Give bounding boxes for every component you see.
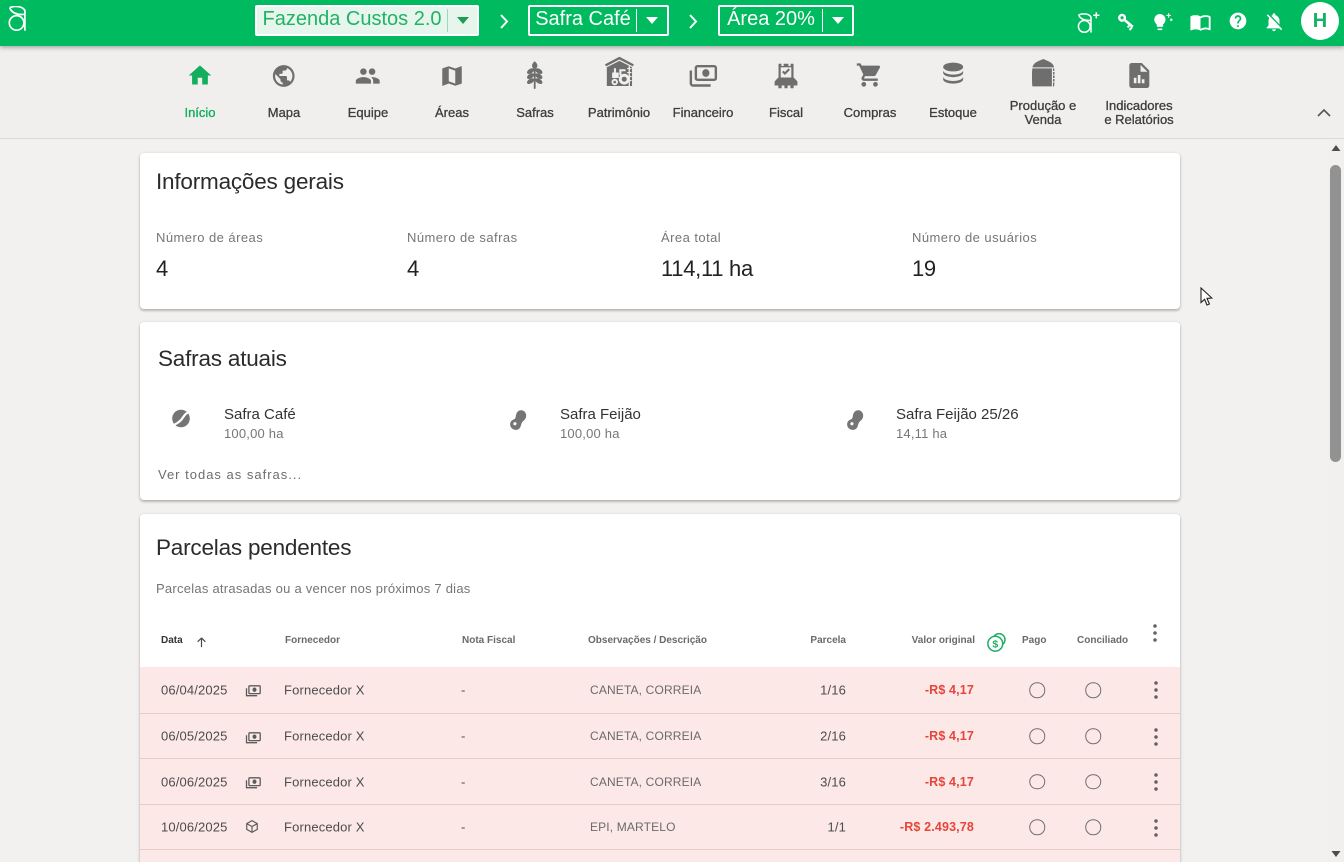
svg-text:$: $ <box>992 638 998 650</box>
